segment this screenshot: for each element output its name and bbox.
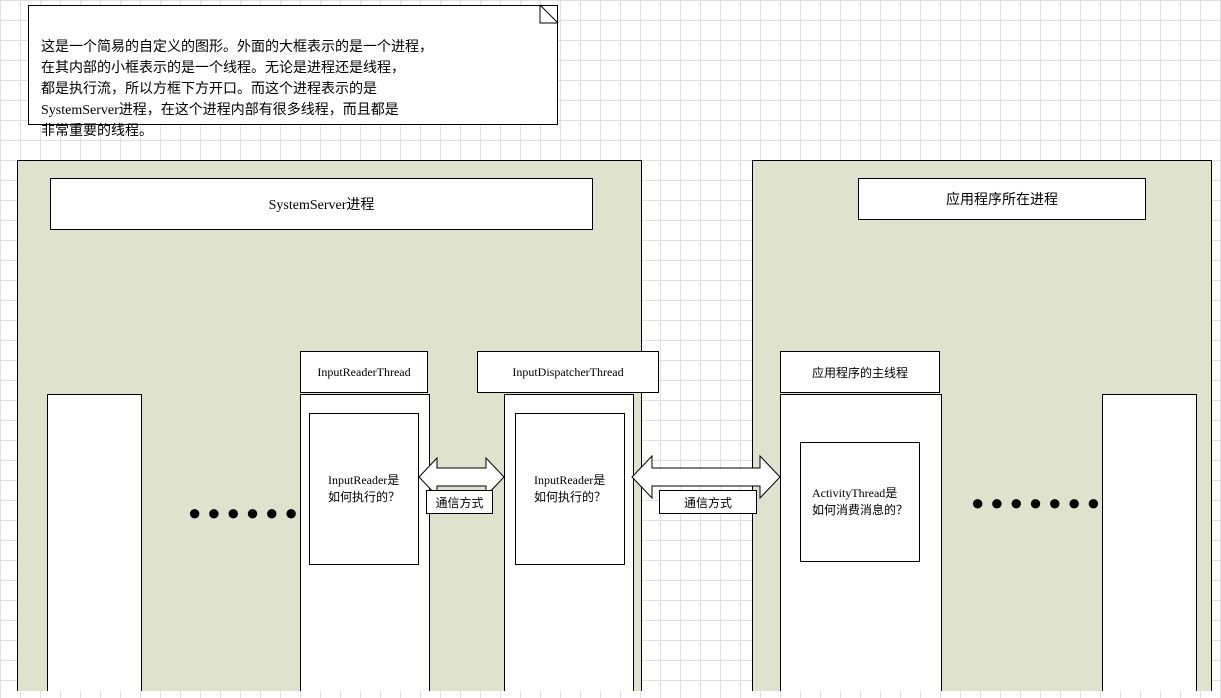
inner-text: ActivityThread是 如何消费消息的？ xyxy=(812,485,908,519)
process-title-app: 应用程序所在进程 xyxy=(858,178,1146,220)
ellipsis-left: ●●●●●● xyxy=(188,500,304,526)
comm-text: 通信方式 xyxy=(684,494,732,511)
inner-app-main: ActivityThread是 如何消费消息的？ xyxy=(800,442,920,562)
note-text: 这是一个简易的自定义的图形。外面的大框表示的是一个进程， 在其内部的小框表示的是… xyxy=(41,40,433,139)
process-title-system-server: SystemServer进程 xyxy=(50,178,593,230)
inner-text: InputReader是 如何执行的？ xyxy=(534,472,606,506)
diagram-canvas: 这是一个简易的自定义的图形。外面的大框表示的是一个进程， 在其内部的小框表示的是… xyxy=(0,0,1221,698)
thread-label-input-dispatcher: InputDispatcherThread xyxy=(477,351,659,393)
ellipsis-right: ●●●●●●● xyxy=(971,490,1106,516)
comm-label-2: 通信方式 xyxy=(659,490,757,514)
thread-label-input-reader: InputReaderThread xyxy=(300,351,428,393)
inner-input-reader: InputReader是 如何执行的？ xyxy=(309,413,419,565)
comm-label-1: 通信方式 xyxy=(426,490,493,514)
inner-text: InputReader是 如何执行的？ xyxy=(328,472,400,506)
process-title-text: SystemServer进程 xyxy=(269,194,375,214)
process-title-text: 应用程序所在进程 xyxy=(946,189,1058,209)
label-text: InputReaderThread xyxy=(317,365,410,380)
note-box: 这是一个简易的自定义的图形。外面的大框表示的是一个进程， 在其内部的小框表示的是… xyxy=(28,5,558,125)
note-fold-icon xyxy=(540,5,560,25)
label-text: InputDispatcherThread xyxy=(512,365,623,380)
inner-input-dispatcher: InputReader是 如何执行的？ xyxy=(515,413,625,565)
thread-anon-left xyxy=(47,394,142,691)
comm-text: 通信方式 xyxy=(435,494,483,511)
thread-anon-right xyxy=(1102,394,1197,691)
label-text: 应用程序的主线程 xyxy=(812,364,908,381)
thread-label-app-main: 应用程序的主线程 xyxy=(780,351,940,393)
